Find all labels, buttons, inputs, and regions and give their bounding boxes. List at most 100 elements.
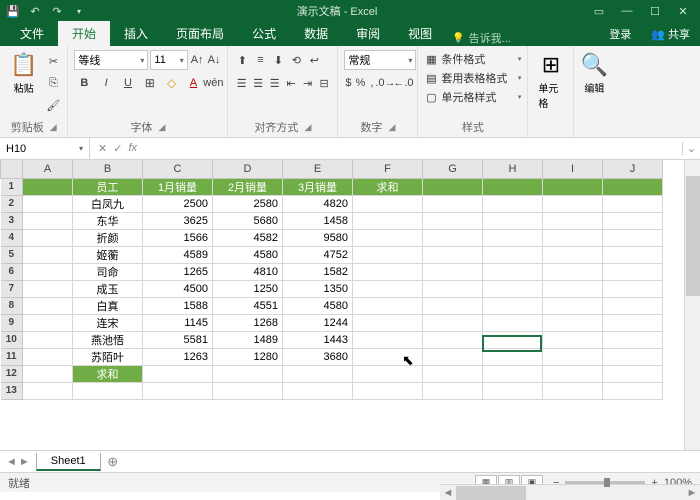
row-header[interactable]: 6 [1,263,23,280]
tab-home[interactable]: 开始 [58,21,110,46]
cell[interactable] [283,382,353,399]
cell[interactable]: 4580 [213,246,283,263]
cell[interactable]: 1588 [143,297,213,314]
cell[interactable]: 1582 [283,263,353,280]
cell[interactable]: 1145 [143,314,213,331]
inc-decimal-icon[interactable]: .0→ [377,73,393,93]
cell[interactable] [603,348,663,365]
cell[interactable]: 折颜 [73,229,143,246]
cell[interactable] [213,365,283,382]
cell[interactable] [603,178,663,195]
cell[interactable]: 2580 [213,195,283,212]
cell[interactable] [603,331,663,348]
cell[interactable] [543,314,603,331]
cell[interactable] [23,263,73,280]
cell[interactable] [483,195,543,212]
cell[interactable] [23,280,73,297]
row-header[interactable]: 1 [1,178,23,195]
vertical-scrollbar[interactable] [684,160,700,450]
align-right-icon[interactable]: ☰ [267,73,282,93]
fx-icon[interactable]: fx [128,142,137,155]
currency-icon[interactable]: $ [344,73,352,93]
cell[interactable] [423,263,483,280]
shrink-font-icon[interactable]: A↓ [207,50,222,70]
percent-icon[interactable]: % [355,73,367,93]
align-middle-icon[interactable]: ≡ [252,50,268,70]
indent-inc-icon[interactable]: ⇥ [300,73,315,93]
bold-button[interactable]: B [74,73,94,93]
save-icon[interactable]: 💾 [4,2,22,20]
row-header[interactable]: 5 [1,246,23,263]
cell[interactable]: 2500 [143,195,213,212]
cell[interactable] [73,382,143,399]
cell[interactable] [423,331,483,348]
tab-layout[interactable]: 页面布局 [162,21,238,46]
cell[interactable]: 1244 [283,314,353,331]
cell[interactable] [483,178,543,195]
cells-button[interactable]: ⊞ 单元格 [534,50,567,112]
cell[interactable] [483,297,543,314]
row-header[interactable]: 2 [1,195,23,212]
dec-decimal-icon[interactable]: ←.0 [395,73,411,93]
cell[interactable]: 1566 [143,229,213,246]
cell[interactable]: 1250 [213,280,283,297]
cell[interactable]: 4500 [143,280,213,297]
number-format-select[interactable]: 常规▾ [344,50,416,70]
cell[interactable] [483,229,543,246]
cancel-formula-icon[interactable]: ✕ [98,142,107,155]
indent-dec-icon[interactable]: ⇤ [284,73,299,93]
cell[interactable] [283,365,353,382]
row-header[interactable]: 11 [1,348,23,365]
merge-center-icon[interactable]: ⊟ [317,73,332,93]
name-box[interactable]: H10▾ [0,138,90,159]
wrap-text-icon[interactable]: ↩ [306,50,322,70]
cell[interactable] [353,297,423,314]
cell[interactable] [603,297,663,314]
cell[interactable]: 姬蘅 [73,246,143,263]
underline-button[interactable]: U [118,73,138,93]
select-all[interactable] [1,160,23,178]
cell[interactable] [423,212,483,229]
cut-icon[interactable]: ✂ [45,52,61,72]
expand-formula-icon[interactable]: ⌄ [682,142,700,155]
share-button[interactable]: 👥共享 [641,22,700,46]
cell[interactable] [353,229,423,246]
redo-icon[interactable]: ↷ [48,2,66,20]
cell[interactable]: 求和 [353,178,423,195]
cell[interactable] [213,382,283,399]
cell[interactable]: 求和 [73,365,143,382]
cell[interactable] [353,263,423,280]
cell[interactable] [483,331,543,348]
orientation-icon[interactable]: ⟲ [288,50,304,70]
cell[interactable] [423,229,483,246]
cell[interactable] [543,348,603,365]
cell[interactable]: 1268 [213,314,283,331]
row-header[interactable]: 9 [1,314,23,331]
cell[interactable]: 4551 [213,297,283,314]
cell[interactable] [543,297,603,314]
cell[interactable]: 1265 [143,263,213,280]
cell[interactable] [543,382,603,399]
sheet-nav-next-icon[interactable]: ► [19,456,30,468]
tell-me[interactable]: 告诉我... [452,30,511,46]
col-header[interactable]: B [73,160,143,178]
cell[interactable]: 1458 [283,212,353,229]
col-header[interactable]: G [423,160,483,178]
cell[interactable] [423,280,483,297]
cell[interactable] [603,195,663,212]
cell[interactable] [543,331,603,348]
cell[interactable] [23,195,73,212]
tab-view[interactable]: 视图 [394,21,446,46]
add-sheet-icon[interactable]: ⊕ [101,454,125,470]
cell[interactable]: 5581 [143,331,213,348]
cell[interactable] [423,382,483,399]
cell[interactable]: 5680 [213,212,283,229]
cell[interactable]: 连宋 [73,314,143,331]
cell[interactable]: 苏陌叶 [73,348,143,365]
cell[interactable]: 司命 [73,263,143,280]
cell[interactable] [543,263,603,280]
cell[interactable] [423,195,483,212]
cell[interactable]: 3月销量 [283,178,353,195]
minimize-icon[interactable]: — [614,2,640,20]
cell[interactable]: 1443 [283,331,353,348]
